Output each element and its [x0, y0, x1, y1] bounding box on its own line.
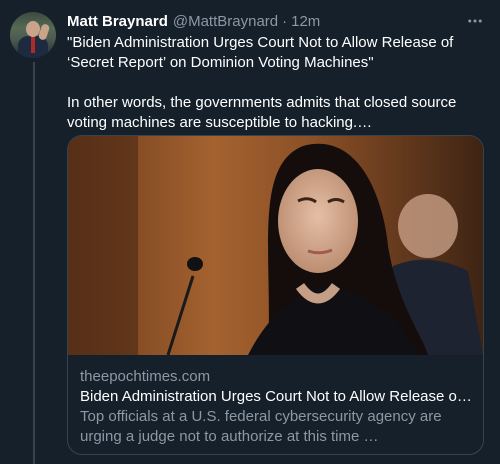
author-name[interactable]: Matt Braynard	[67, 13, 168, 30]
card-domain: theepochtimes.com	[80, 368, 211, 385]
card-image[interactable]	[68, 136, 483, 355]
tweet[interactable]: Matt Braynard @MattBraynard · 12m "Biden…	[0, 0, 500, 464]
tweet-text: "Biden Administration Urges Court Not to…	[67, 33, 492, 133]
more-dots-graphic	[468, 19, 482, 23]
card-description: Top officials at a U.S. federal cybersec…	[80, 408, 442, 445]
author-handle[interactable]: @MattBraynard	[173, 13, 278, 30]
tweet-header: Matt Braynard @MattBraynard · 12m	[67, 11, 320, 31]
avatar[interactable]	[10, 12, 56, 58]
thread-line	[33, 62, 35, 464]
avatar-tie	[31, 37, 35, 53]
more-horizontal-icon[interactable]	[464, 10, 486, 32]
timestamp[interactable]: 12m	[291, 13, 320, 30]
separator-dot: ·	[282, 12, 288, 30]
tweet-text-quote: "Biden Administration Urges Court Not to…	[67, 34, 454, 71]
card-title[interactable]: Biden Administration Urges Court Not to …	[80, 387, 475, 407]
tweet-text-comment: In other words, the governments admits t…	[67, 94, 457, 131]
card-meta: theepochtimes.com Biden Administration U…	[80, 367, 475, 447]
link-card[interactable]: theepochtimes.com Biden Administration U…	[67, 135, 484, 455]
